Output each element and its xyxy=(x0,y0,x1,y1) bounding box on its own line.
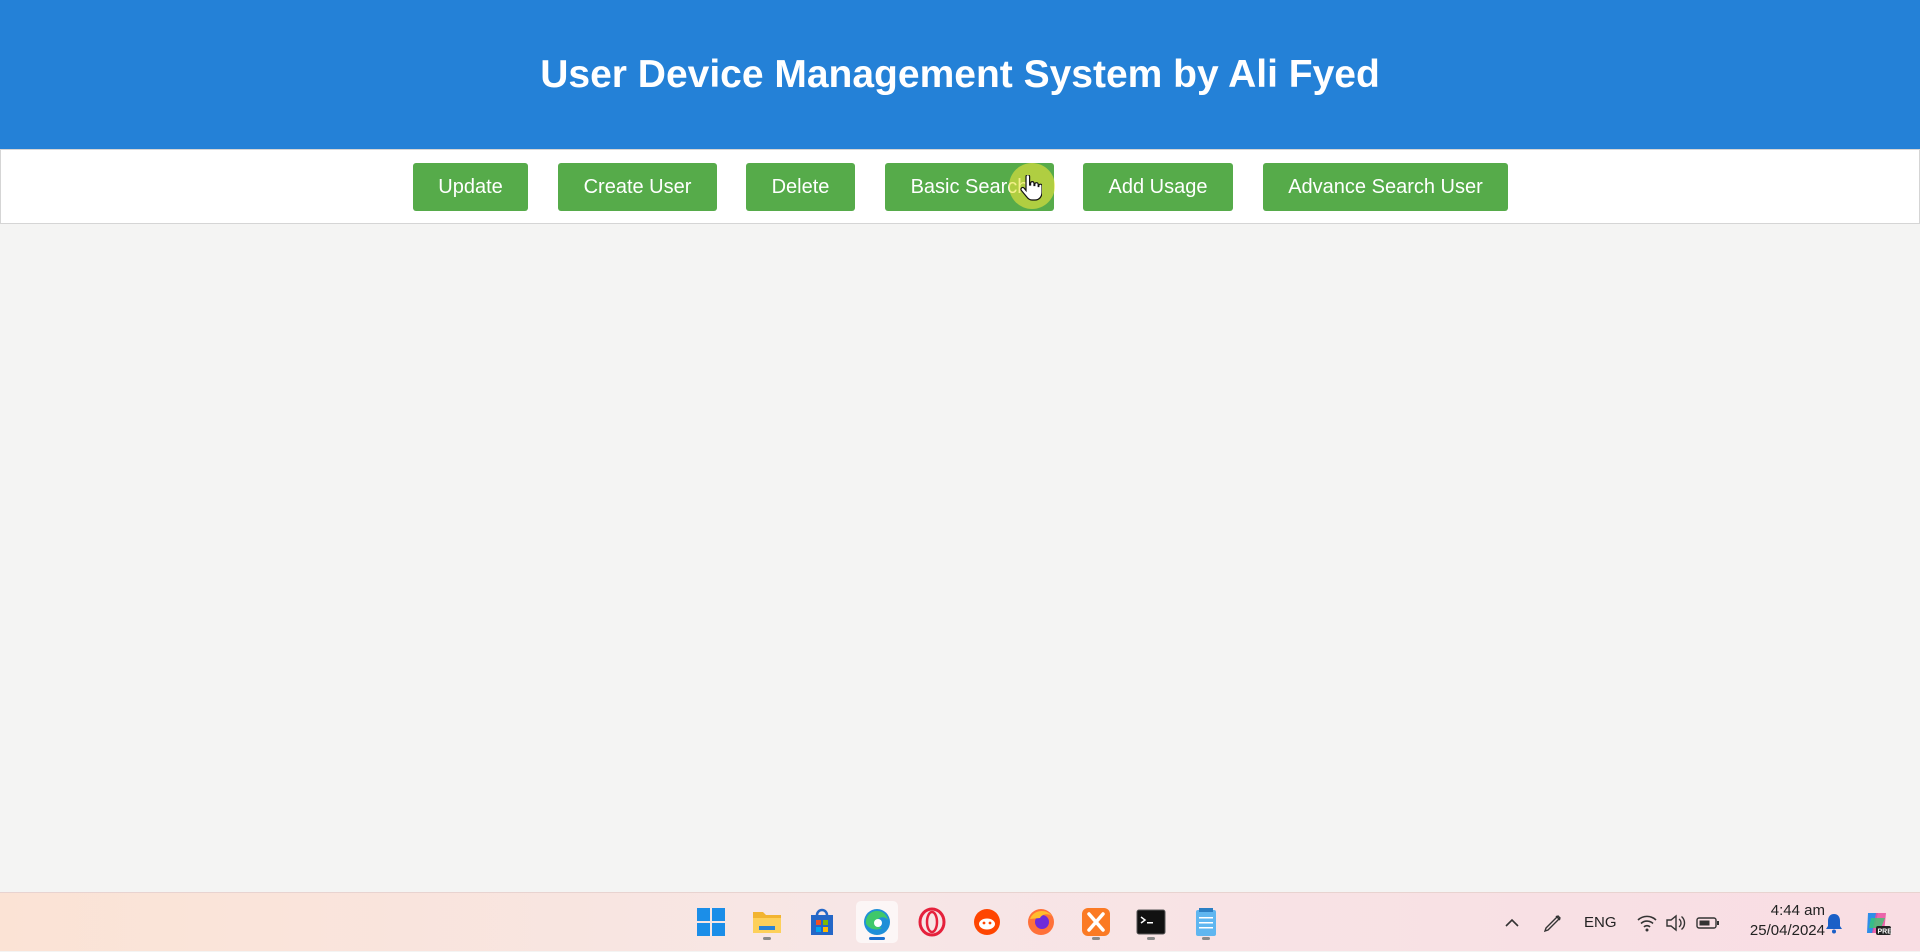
page-header: User Device Management System by Ali Fye… xyxy=(0,0,1920,149)
pen-icon xyxy=(1543,914,1561,932)
bell-icon xyxy=(1826,913,1842,933)
taskbar-reddit[interactable] xyxy=(966,901,1008,943)
taskbar-edge[interactable] xyxy=(856,901,898,943)
clock-date: 25/04/2024 xyxy=(1749,922,1825,939)
microsoft-store-icon xyxy=(811,908,833,935)
notifications-button[interactable] xyxy=(1824,893,1844,952)
battery-icon xyxy=(1696,916,1719,929)
pen-menu-button[interactable] xyxy=(1541,893,1565,952)
taskbar-file-explorer[interactable] xyxy=(746,901,788,943)
running-indicator xyxy=(1202,937,1210,940)
speaker-icon xyxy=(1666,914,1686,931)
wifi-icon xyxy=(1637,915,1657,931)
active-indicator xyxy=(869,937,885,940)
taskbar-store[interactable] xyxy=(801,901,843,943)
svg-text:PRE: PRE xyxy=(1878,928,1893,935)
action-toolbar: Update Create User Delete Basic Search A… xyxy=(0,149,1920,224)
page-title: User Device Management System by Ali Fye… xyxy=(540,52,1380,96)
notepad-icon xyxy=(1196,908,1216,936)
windows-taskbar: ENG 4:44 am 25/04/2024 PRE xyxy=(0,892,1920,951)
battery-button[interactable] xyxy=(1696,893,1720,952)
windows-start-icon xyxy=(697,908,725,936)
delete-button[interactable]: Delete xyxy=(746,163,855,211)
copilot-icon: PRE xyxy=(1867,912,1893,935)
create-user-button[interactable]: Create User xyxy=(558,163,717,211)
advance-search-user-button[interactable]: Advance Search User xyxy=(1263,163,1508,211)
taskbar-terminal[interactable] xyxy=(1130,901,1172,943)
running-indicator xyxy=(763,937,771,940)
hand-pointer-icon xyxy=(1020,175,1042,201)
chevron-up-icon xyxy=(1505,918,1519,927)
network-button[interactable] xyxy=(1636,893,1658,952)
xampp-icon xyxy=(1082,908,1110,936)
terminal-icon xyxy=(1136,909,1166,935)
taskbar-notepad[interactable] xyxy=(1185,901,1227,943)
opera-browser-icon xyxy=(918,907,946,937)
running-indicator xyxy=(1092,937,1100,940)
app-window: User Device Management System by Ali Fye… xyxy=(0,0,1920,892)
taskbar-xampp[interactable] xyxy=(1075,901,1117,943)
file-explorer-icon xyxy=(753,912,781,933)
update-button[interactable]: Update xyxy=(413,163,528,211)
reddit-icon xyxy=(974,909,1000,935)
edge-browser-icon xyxy=(864,909,890,935)
taskbar-firefox[interactable] xyxy=(1020,901,1062,943)
volume-button[interactable] xyxy=(1664,893,1686,952)
windows-start-button[interactable] xyxy=(690,901,732,943)
language-indicator[interactable]: ENG xyxy=(1584,893,1617,952)
taskbar-clock[interactable]: 4:44 am 25/04/2024 xyxy=(1735,901,1825,941)
copilot-button[interactable]: PRE xyxy=(1862,893,1892,952)
running-indicator xyxy=(1147,937,1155,940)
add-usage-button[interactable]: Add Usage xyxy=(1083,163,1233,211)
taskbar-opera[interactable] xyxy=(911,901,953,943)
show-hidden-icons-button[interactable] xyxy=(1502,893,1522,952)
firefox-icon xyxy=(1028,909,1054,935)
clock-time: 4:44 am xyxy=(1770,902,1825,919)
